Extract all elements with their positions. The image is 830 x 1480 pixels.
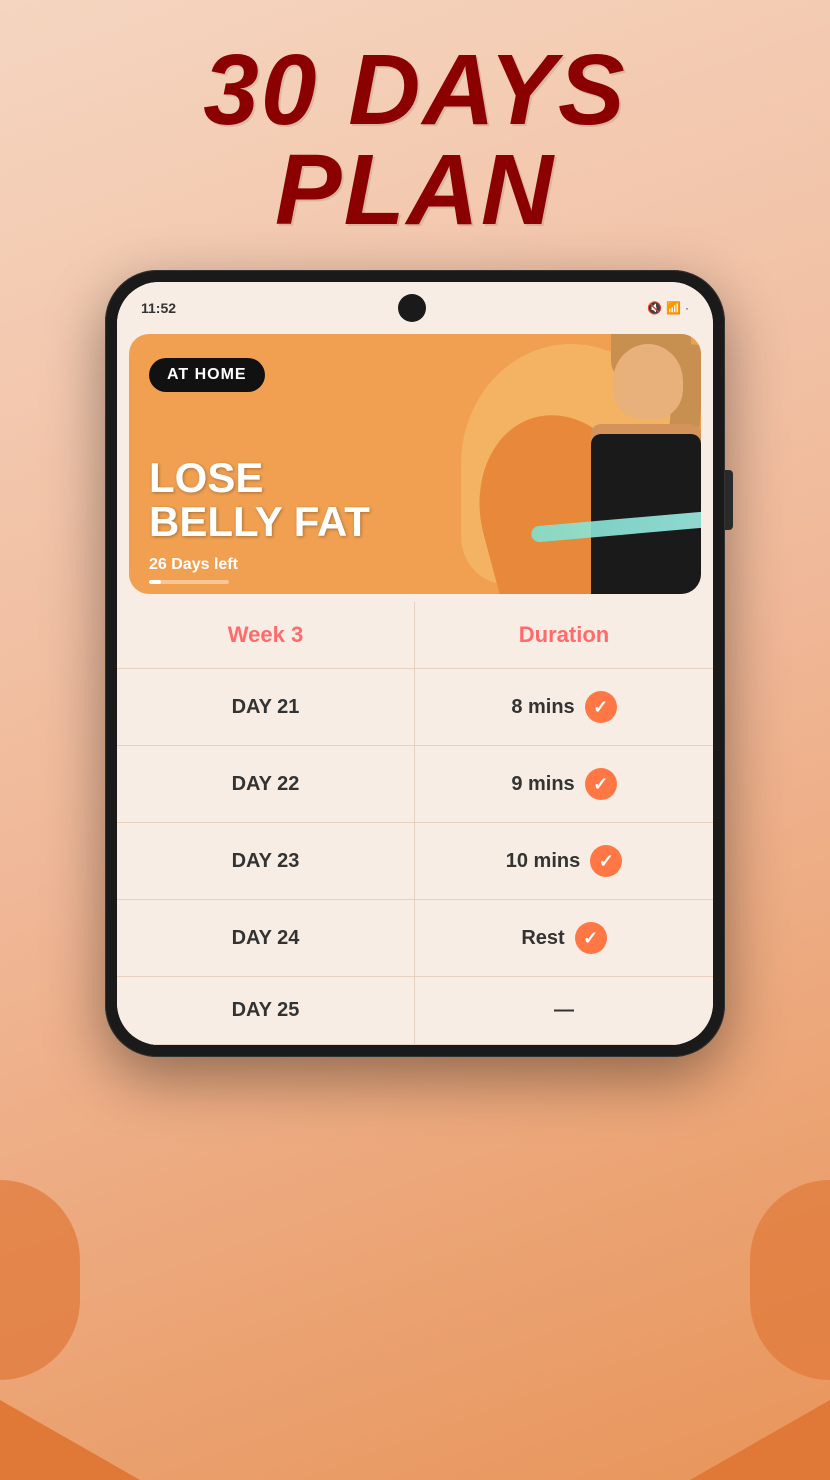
bottom-triangles (0, 1400, 830, 1480)
day-label: DAY 22 (117, 746, 415, 822)
table-header: Week 3 Duration (117, 602, 713, 669)
workout-banner[interactable]: AT HOME LOSE BELLY FAT 26 Days left (129, 334, 701, 594)
duration-cell: 10 mins (415, 823, 713, 899)
deco-right (750, 1180, 830, 1380)
duration-cell: Rest (415, 900, 713, 976)
table-row[interactable]: DAY 24 Rest (117, 900, 713, 977)
main-title: 30 DAYS PLAN (0, 40, 830, 240)
banner-title: LOSE BELLY FAT (149, 456, 370, 544)
day-label: DAY 24 (117, 900, 415, 976)
day-label: DAY 25 (117, 977, 415, 1044)
table-row[interactable]: DAY 22 9 mins (117, 746, 713, 823)
triangle-right (690, 1400, 830, 1480)
person-inner (481, 344, 701, 594)
week-header: Week 3 (117, 602, 415, 668)
volume-icon: 🔇 (647, 301, 662, 315)
status-bar: 11:52 🔇 📶 · (117, 282, 713, 326)
phone-screen: 11:52 🔇 📶 · (117, 282, 713, 1045)
duration-header: Duration (415, 602, 713, 668)
deco-left (0, 1180, 80, 1380)
table-row[interactable]: DAY 23 10 mins (117, 823, 713, 900)
duration-cell: 8 mins (415, 669, 713, 745)
person-head (613, 344, 683, 419)
triangle-left (0, 1400, 140, 1480)
status-time: 11:52 (141, 300, 176, 316)
banner-progress-bar (149, 580, 229, 584)
status-icons: 🔇 📶 · (647, 301, 689, 315)
duration-cell: — (415, 977, 713, 1044)
duration-cell: 9 mins (415, 746, 713, 822)
schedule-table: Week 3 Duration DAY 21 8 mins (117, 602, 713, 1045)
check-badge (575, 922, 607, 954)
phone-container: 11:52 🔇 📶 · (105, 270, 725, 1057)
table-row[interactable]: DAY 25 — (117, 977, 713, 1045)
banner-progress-fill (149, 580, 161, 584)
main-title-section: 30 DAYS PLAN (0, 0, 830, 270)
day-label: DAY 23 (117, 823, 415, 899)
table-row[interactable]: DAY 21 8 mins (117, 669, 713, 746)
dot-icon: · (685, 301, 689, 315)
phone-frame: 11:52 🔇 📶 · (105, 270, 725, 1057)
check-badge (585, 691, 617, 723)
person-illustration (451, 334, 701, 594)
camera-notch (398, 294, 426, 322)
banner-label: AT HOME (149, 358, 265, 392)
banner-days-left: 26 Days left (149, 556, 238, 574)
wifi-icon: 📶 (666, 301, 681, 315)
check-badge (585, 768, 617, 800)
check-badge (590, 845, 622, 877)
day-label: DAY 21 (117, 669, 415, 745)
